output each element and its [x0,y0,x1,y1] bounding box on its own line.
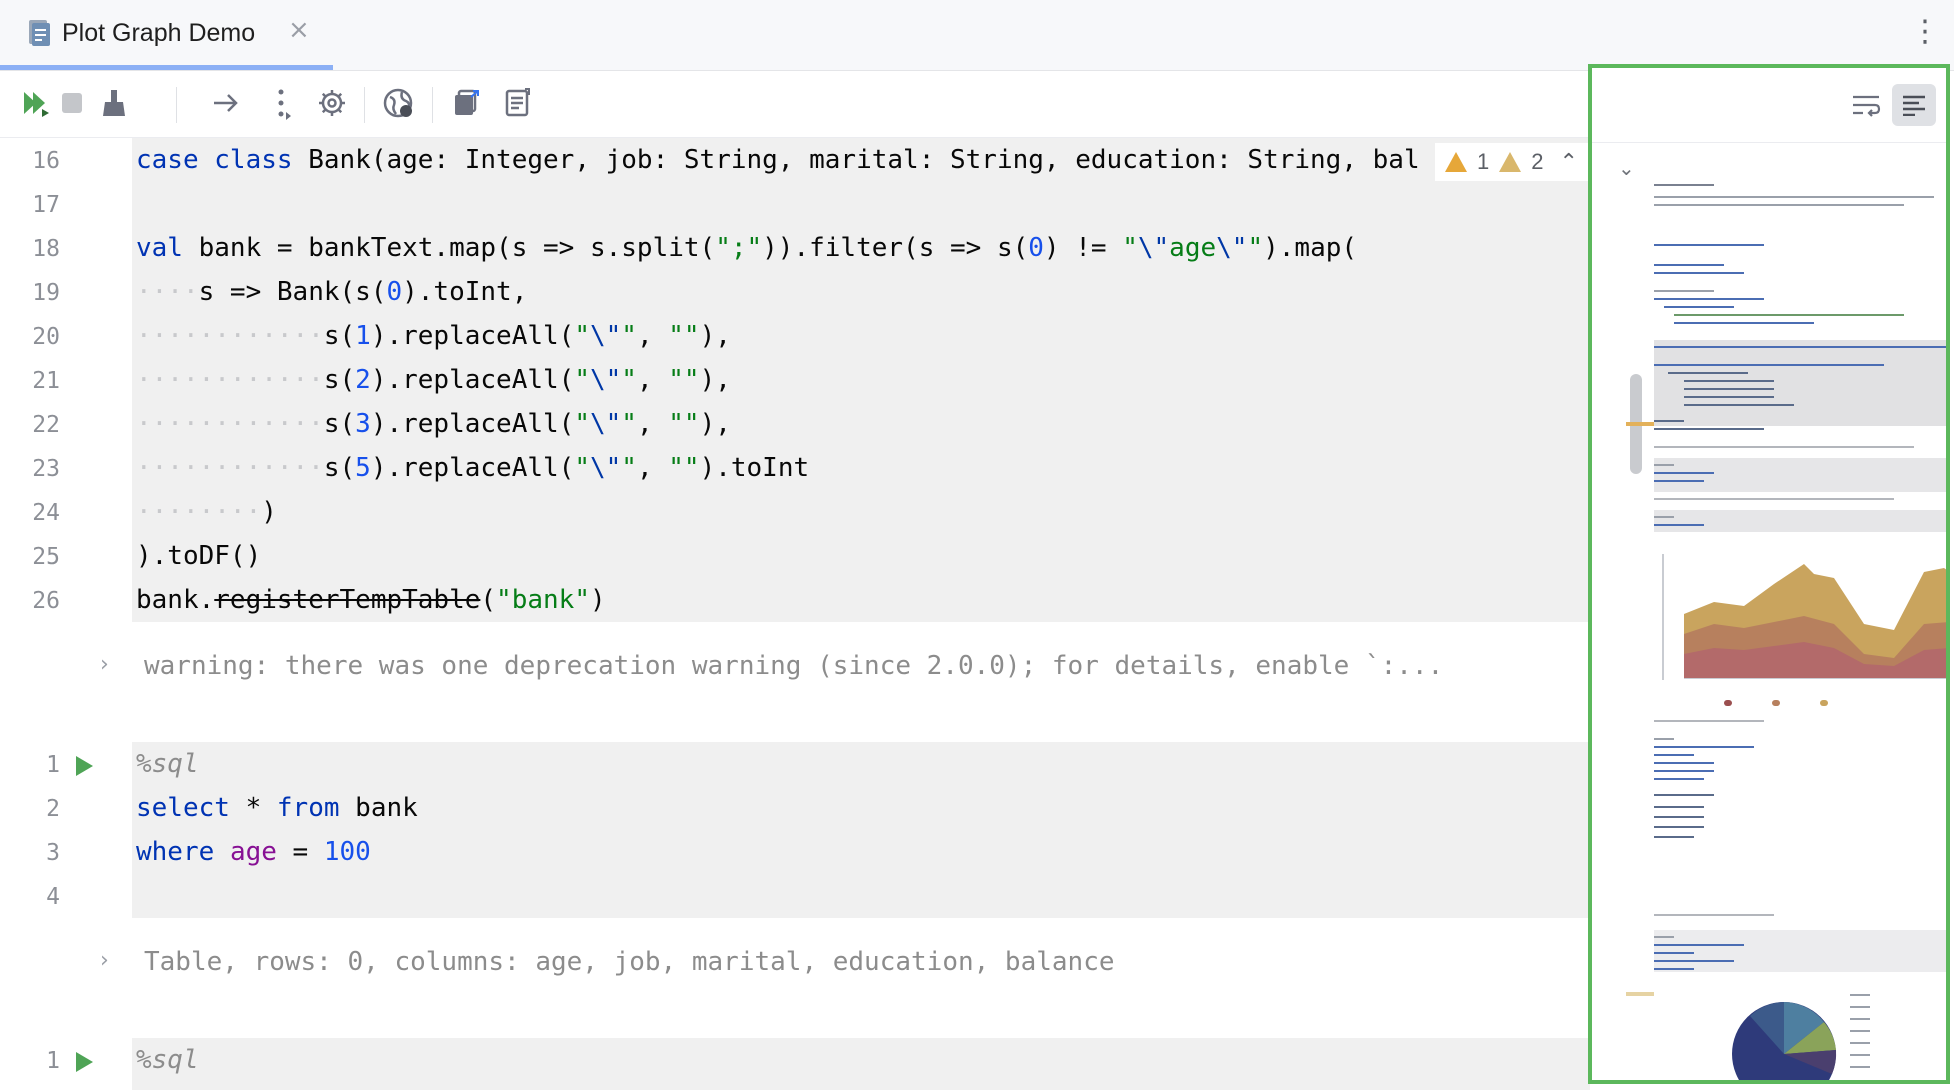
weak-warning-icon [1499,152,1522,172]
chevron-up-icon[interactable]: ⌃ [1560,149,1578,175]
clear-outputs-icon[interactable] [96,85,132,121]
minimap-render [1654,184,1946,1080]
warning-icon [1445,152,1467,172]
notes-icon[interactable] [500,85,536,121]
code-line: ············s(5).replaceAll("\"", "").to… [136,453,810,483]
cell-output-warning: warning: there was one deprecation warni… [144,651,1444,681]
code-cell-3[interactable] [132,1038,1590,1090]
toolbar-divider [432,87,433,123]
minimap-marker [1626,992,1654,996]
code-line: where age = 100 [136,837,371,867]
minimap-toolbar [1592,68,1946,143]
editor-gutter: 16 17 18 19 20 21 22 23 24 25 26 › 1 2 3… [0,138,132,1090]
code-line: case class Bank(age: Integer, job: Strin… [136,145,1420,175]
line-number: 17 [32,192,60,218]
run-all-icon[interactable] [18,85,54,121]
code-cell-2[interactable] [132,742,1590,918]
line-number: 20 [32,324,60,350]
export-icon[interactable] [448,85,484,121]
code-line: ).toDF() [136,541,262,571]
more-options-icon[interactable]: ⋮ [1910,14,1940,49]
more-vertical-icon[interactable] [264,85,300,121]
line-number: 2 [46,796,60,822]
minimap-preview[interactable] [1654,154,1946,1080]
line-number: 22 [32,412,60,438]
chevron-down-icon[interactable]: ⌄ [1618,156,1635,180]
minimap-panel: ⌄ [1588,64,1950,1084]
expand-output-chevron-icon[interactable]: › [100,948,109,973]
line-number: 24 [32,500,60,526]
sql-magic: %sql [136,749,199,779]
warning-count: 1 [1477,149,1490,174]
sql-magic: %sql [136,1045,199,1075]
line-number: 16 [32,148,60,174]
tab-bar: Plot Graph Demo × ⋮ [0,0,1954,71]
inspection-widget[interactable]: 1 2 ⌃ [1435,143,1600,181]
tab-title: Plot Graph Demo [62,19,256,47]
minimap-pie-chart [1732,994,1870,1080]
run-cell-icon[interactable] [76,756,93,776]
close-icon[interactable]: × [288,15,310,45]
line-number: 26 [32,588,60,614]
toolbar-divider [364,87,365,123]
tab-plot-graph-demo[interactable]: Plot Graph Demo × [0,0,333,70]
line-number: 3 [46,840,60,866]
minimap-warning-marker [1626,422,1654,426]
minimap-area-chart [1662,554,1946,706]
line-number: 19 [32,280,60,306]
line-number: 1 [46,752,60,778]
line-number: 23 [32,456,60,482]
line-number: 25 [32,544,60,570]
line-number: 4 [46,884,60,910]
code-line: ········) [136,497,277,527]
globe-icon[interactable] [380,85,416,121]
active-tab-indicator [0,65,333,70]
code-line: %sql [136,1045,199,1075]
stop-icon[interactable] [54,85,90,121]
line-number: 18 [32,236,60,262]
settings-icon[interactable] [314,85,350,121]
arrow-right-icon[interactable] [208,85,244,121]
structure-icon[interactable] [1892,84,1936,126]
cell-output-table: Table, rows: 0, columns: age, job, marit… [144,947,1115,977]
code-editor[interactable]: case class Bank(age: Integer, job: Strin… [132,138,1590,1090]
notebook-toolbar [0,71,1590,138]
code-line: %sql [136,749,199,779]
notebook-file-icon [29,20,50,46]
line-number: 21 [32,368,60,394]
weak-warning-count: 2 [1531,149,1544,174]
code-line: select * from bank [136,793,418,823]
code-line: val bank = bankText.map(s => s.split(";"… [136,233,1358,263]
code-line: ····s => Bank(s(0).toInt, [136,277,528,307]
code-line: ············s(1).replaceAll("\"", ""), [136,321,731,351]
run-cell-icon[interactable] [76,1052,93,1072]
code-line: bank.registerTempTable("bank") [136,585,606,615]
code-line: ············s(2).replaceAll("\"", ""), [136,365,731,395]
expand-output-chevron-icon[interactable]: › [100,652,109,677]
toolbar-divider [176,87,177,123]
soft-wrap-icon[interactable] [1844,84,1888,126]
code-line: ············s(3).replaceAll("\"", ""), [136,409,731,439]
line-number: 1 [46,1048,60,1074]
